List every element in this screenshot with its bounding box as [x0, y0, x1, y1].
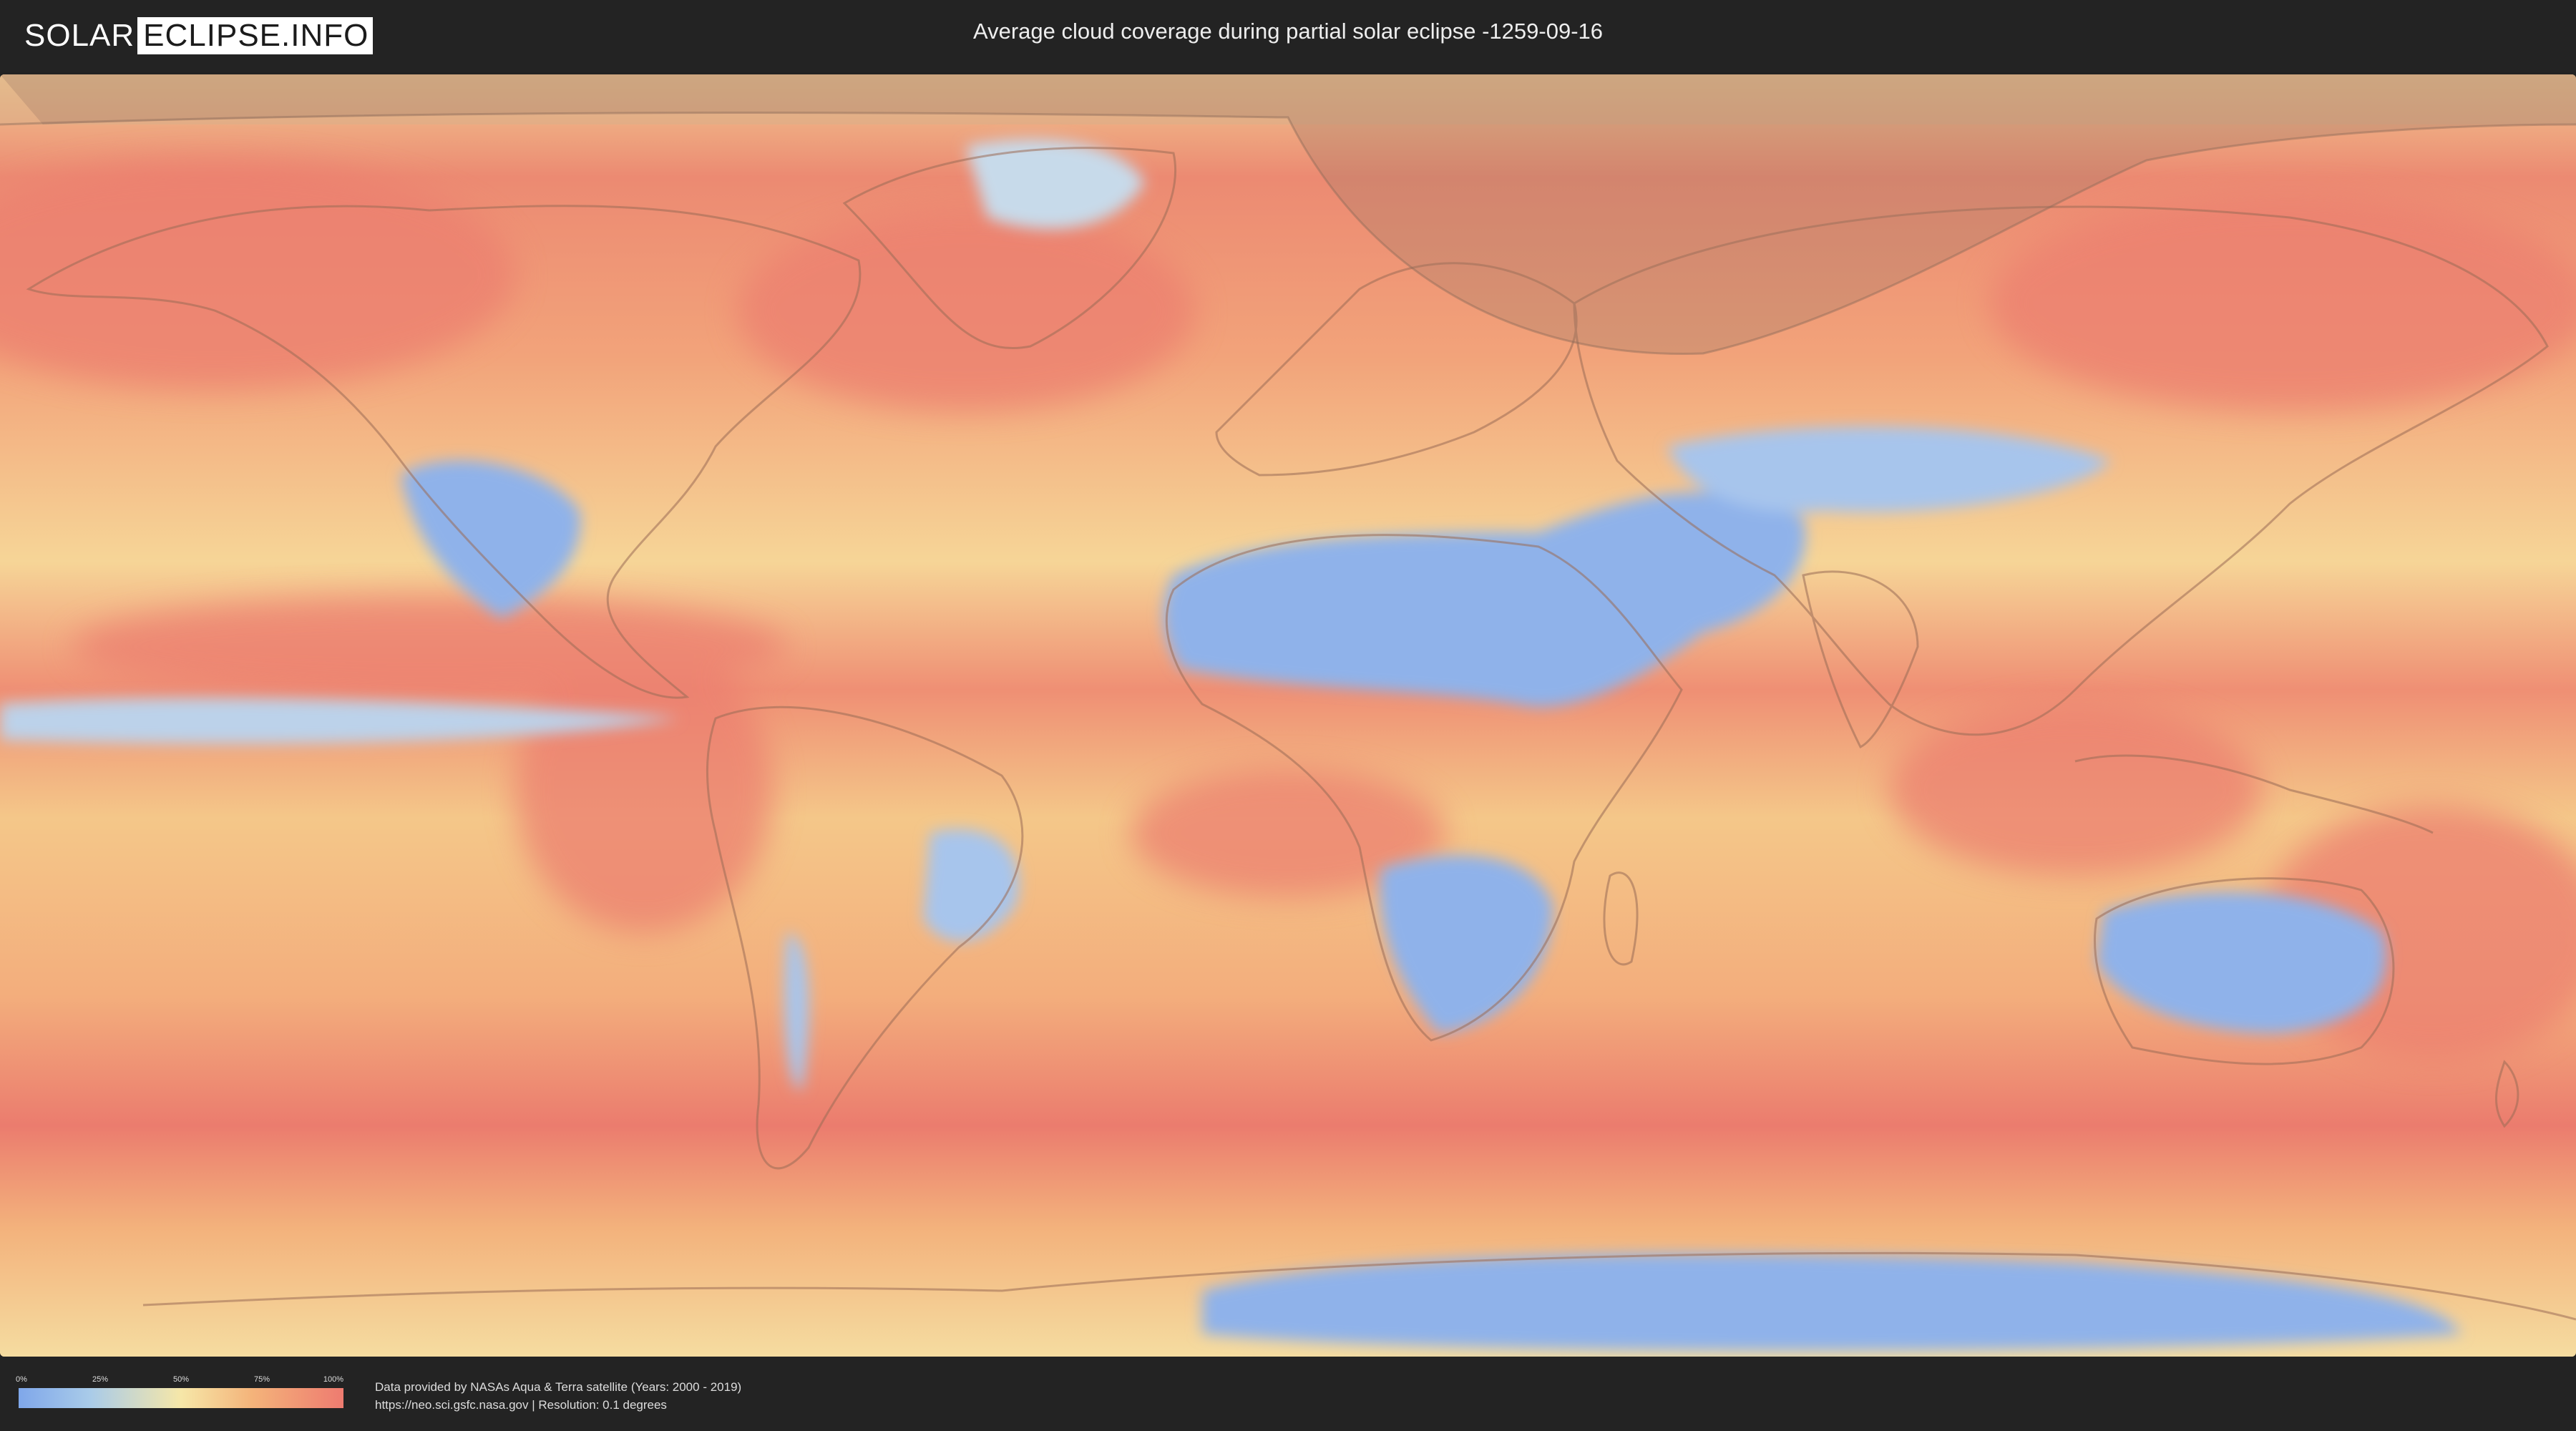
- legend-tick-50: 50%: [172, 1375, 190, 1384]
- legend-tick-25: 25%: [92, 1375, 109, 1384]
- cloud-coverage-map[interactable]: [0, 74, 2576, 1357]
- data-credits: Data provided by NASAs Aqua & Terra sate…: [375, 1378, 741, 1414]
- cloud-coverage-legend: 0% 25% 50% 75% 100%: [16, 1375, 344, 1415]
- credit-source: Data provided by NASAs Aqua & Terra sate…: [375, 1380, 742, 1394]
- credit-url[interactable]: https://neo.sci.gsfc.nasa.gov | Resoluti…: [375, 1396, 741, 1414]
- legend-tick-100: 100%: [323, 1375, 344, 1384]
- legend-tick-0: 0%: [16, 1375, 27, 1384]
- legend-tick-75: 75%: [253, 1375, 270, 1384]
- map-canvas: [0, 74, 2576, 1357]
- legend-color-bar: [19, 1388, 343, 1408]
- header-bar: SOLAR ECLIPSE.INFO Average cloud coverag…: [0, 0, 2576, 72]
- legend-ticks: 0% 25% 50% 75% 100%: [16, 1375, 344, 1385]
- page-title: Average cloud coverage during partial so…: [972, 19, 1604, 44]
